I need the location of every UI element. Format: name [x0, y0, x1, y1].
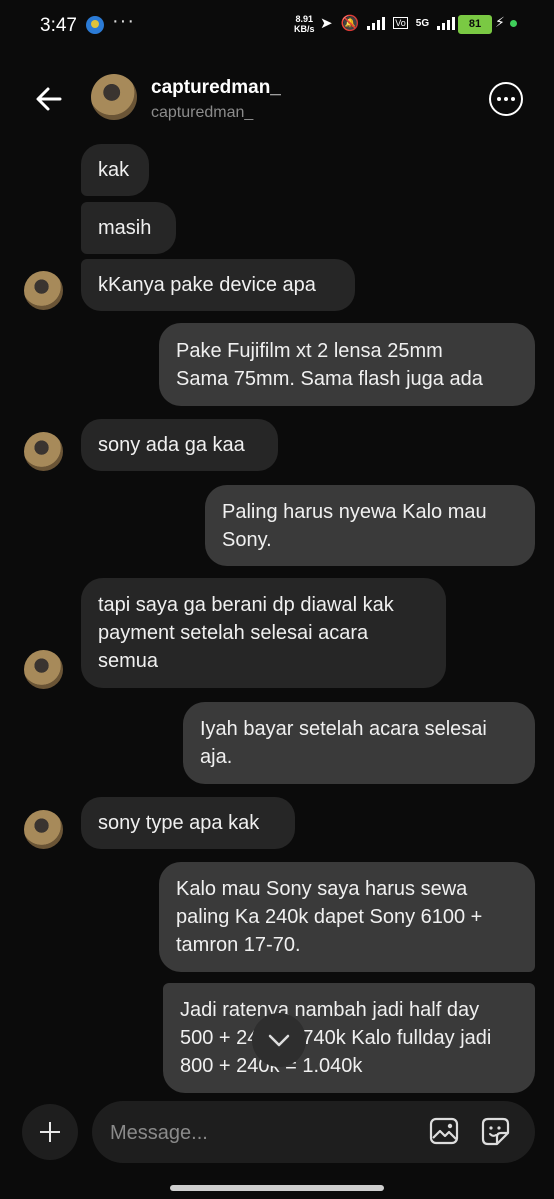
message-outgoing[interactable]: Iyah bayar setelah acara selesai aja. [183, 702, 535, 784]
network-speed-unit: KB/s [294, 24, 315, 34]
sender-avatar[interactable] [24, 432, 63, 471]
battery-icon: 81 [458, 15, 492, 34]
privacy-dot [510, 20, 517, 27]
status-icons: ➤ 🔕 Vo 5G [320, 14, 456, 32]
message-input[interactable] [108, 1117, 412, 1149]
chat-header: capturedman_ capturedman_ [0, 66, 554, 136]
message-incoming[interactable]: tapi saya ga berani dp diawal kak paymen… [81, 578, 446, 688]
gallery-icon[interactable] [429, 1116, 459, 1146]
location-icon [86, 16, 104, 34]
sticker-icon[interactable] [480, 1116, 511, 1147]
message-composer [92, 1101, 535, 1163]
message-incoming[interactable]: kak [81, 144, 149, 196]
sender-avatar[interactable] [24, 271, 63, 310]
chevron-down-icon [268, 1034, 290, 1047]
status-time: 3:47 [40, 15, 77, 36]
volte-icon: Vo [393, 17, 408, 29]
mute-icon: 🔕 [340, 15, 360, 32]
network-speed-value: 8.91 [295, 14, 314, 24]
message-outgoing[interactable]: Paling harus nyewa Kalo mau Sony. [205, 485, 535, 566]
message-incoming[interactable]: sony type apa kak [81, 797, 295, 849]
message-incoming[interactable]: masih [81, 202, 176, 254]
navigation-icon: ➤ [320, 15, 333, 32]
message-outgoing[interactable]: Kalo mau Sony saya harus sewa paling Ka … [159, 862, 535, 972]
message-incoming[interactable]: kKanya pake device apa [81, 259, 355, 311]
status-bar: 3:47 ··· 8.91 KB/s ➤ 🔕 Vo 5G 81 ⚡ [0, 0, 554, 52]
network-speed: 8.91 KB/s [294, 14, 315, 34]
chat-handle: capturedman_ [151, 104, 254, 121]
signal-icon [367, 16, 386, 30]
status-more: ··· [112, 10, 135, 32]
message-outgoing[interactable]: Jadi ratenya nambah jadi half day 500 + … [163, 983, 535, 1093]
arrow-left-icon[interactable] [34, 84, 64, 114]
sender-avatar[interactable] [24, 650, 63, 689]
signal-icon-2 [437, 16, 456, 30]
sender-avatar[interactable] [24, 810, 63, 849]
charging-icon: ⚡ [495, 14, 505, 30]
plus-icon[interactable] [22, 1104, 78, 1160]
avatar[interactable] [91, 74, 137, 120]
network-type: 5G [415, 17, 430, 29]
home-indicator[interactable] [170, 1185, 384, 1191]
message-outgoing[interactable]: Pake Fujifilm xt 2 lensa 25mm Sama 75mm.… [159, 323, 535, 406]
message-incoming[interactable]: sony ada ga kaa [81, 419, 278, 471]
scroll-to-bottom-button[interactable] [252, 1013, 306, 1067]
more-options-icon[interactable] [489, 82, 523, 116]
chat-username[interactable]: capturedman_ [151, 77, 281, 99]
